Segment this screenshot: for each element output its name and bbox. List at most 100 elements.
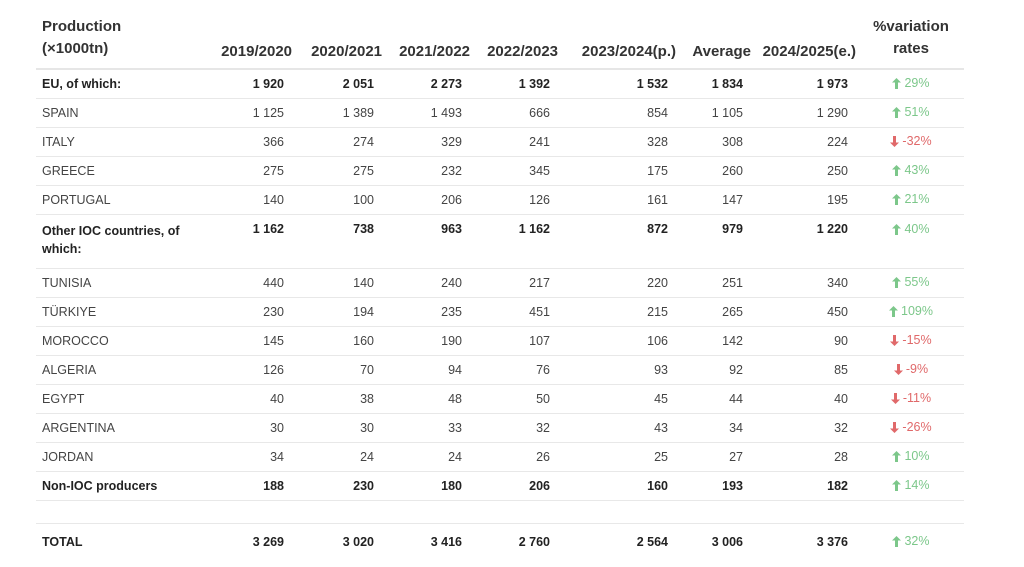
row-label: TÜRKIYE — [36, 297, 206, 327]
table-cell: 440 — [206, 268, 294, 298]
spacer-cell — [294, 500, 384, 524]
table-cell: 180 — [384, 471, 472, 501]
variation-value: 109% — [901, 304, 933, 319]
table-row: TUNISIA 440 140 240 217 220 251 340 55% — [36, 268, 964, 298]
variation-indicator: 55% — [892, 275, 930, 289]
table-cell: 175 — [560, 156, 678, 186]
table-cell: 195 — [753, 185, 858, 215]
table-cell: 1 162 — [206, 214, 294, 269]
table-cell: 194 — [294, 297, 384, 327]
arrow-up-icon — [892, 276, 902, 288]
table-cell: 3 416 — [430, 535, 462, 549]
table-cell: 265 — [678, 297, 753, 327]
variation-cell: 109% — [858, 297, 964, 327]
table-cell: 28 — [753, 442, 858, 472]
row-label: PORTUGAL — [36, 185, 206, 215]
table-cell: 340 — [753, 268, 858, 298]
table-cell: 235 — [384, 297, 472, 327]
variation-cell: -9% — [858, 355, 964, 385]
table-cell: 190 — [384, 326, 472, 356]
variation-indicator: 51% — [892, 105, 930, 119]
variation-value: 14% — [904, 478, 930, 493]
row-label: SPAIN — [36, 98, 206, 128]
table-cell: 92 — [678, 355, 753, 385]
header-production-line1: Production — [42, 18, 122, 35]
table-cell: 275 — [294, 156, 384, 186]
variation-cell: 10% — [858, 442, 964, 472]
table-cell: 26 — [472, 442, 560, 472]
variation-indicator: -11% — [890, 391, 931, 405]
table-cell: 40 — [753, 384, 858, 414]
header-variation-line1: %variation — [873, 18, 949, 35]
table-cell: 3 006 — [711, 535, 743, 549]
variation-cell: -32% — [858, 127, 964, 157]
variation-value: 10% — [904, 449, 930, 464]
header-variation-line2: rates — [893, 40, 929, 57]
table-cell: 3 020 — [342, 535, 374, 549]
table-cell: 106 — [560, 326, 678, 356]
row-label: EU, of which: — [36, 69, 206, 99]
table-cell: 193 — [678, 471, 753, 501]
variation-indicator: 32% — [892, 534, 930, 549]
arrow-down-icon — [890, 135, 900, 147]
row-label: Other IOC countries, of which: — [36, 214, 206, 269]
variation-cell: 43% — [858, 156, 964, 186]
table-cell: 308 — [678, 127, 753, 157]
table-cell: 27 — [678, 442, 753, 472]
table-cell: 90 — [753, 326, 858, 356]
header-col-2021-2022: 2021/2022 — [384, 16, 472, 70]
variation-cell: 32% — [858, 524, 964, 561]
table-cell: 100 — [294, 185, 384, 215]
arrow-up-icon — [892, 223, 902, 235]
table-cell: 1 389 — [294, 98, 384, 128]
table-cell: 666 — [472, 98, 560, 128]
table-cell: 979 — [678, 214, 753, 269]
table-cell: 34 — [206, 442, 294, 472]
table-row: Other IOC countries, of which: 1 162 738 96… — [36, 214, 964, 269]
header-col-2023-2024: 2023/2024(p.) — [560, 16, 678, 70]
header-production: Production (×1000tn) — [36, 16, 206, 70]
table-cell: 1 105 — [678, 98, 753, 128]
variation-value: -9% — [905, 362, 929, 377]
table-cell: 50 — [472, 384, 560, 414]
table-cell: 1 973 — [753, 69, 858, 99]
table-cell: 738 — [294, 214, 384, 269]
table-cell: 48 — [384, 384, 472, 414]
table-cell: 451 — [472, 297, 560, 327]
table-cell: 32 — [753, 413, 858, 443]
variation-cell: 21% — [858, 185, 964, 215]
table-cell: 1 220 — [753, 214, 858, 269]
variation-value: 32% — [904, 534, 930, 549]
table-cell: 24 — [384, 442, 472, 472]
table-cell: 215 — [560, 297, 678, 327]
table-row: Non-IOC producers 188 230 180 206 160 193 182 14… — [36, 471, 964, 501]
variation-indicator: 21% — [892, 192, 930, 206]
table-row: ALGERIA 126 70 94 76 93 92 85 -9% — [36, 355, 964, 385]
table-cell: 93 — [560, 355, 678, 385]
variation-cell: 40% — [858, 214, 964, 269]
variation-value: 43% — [904, 163, 930, 178]
table-cell: 217 — [472, 268, 560, 298]
table-cell: 220 — [560, 268, 678, 298]
table-cell: 107 — [472, 326, 560, 356]
arrow-down-icon — [890, 421, 900, 433]
row-label: EGYPT — [36, 384, 206, 414]
table-cell: 34 — [678, 413, 753, 443]
table-row: SPAIN 1 125 1 389 1 493 666 854 1 105 1 290 51% — [36, 98, 964, 128]
table-cell: 250 — [753, 156, 858, 186]
table-cell: 872 — [560, 214, 678, 269]
table-cell: 1 392 — [472, 69, 560, 99]
table-cell: 240 — [384, 268, 472, 298]
table-cell: 241 — [472, 127, 560, 157]
table-cell: 140 — [294, 268, 384, 298]
arrow-up-icon — [889, 305, 898, 317]
variation-value: 29% — [904, 76, 930, 91]
table-cell: 40 — [206, 384, 294, 414]
table-cell: 126 — [206, 355, 294, 385]
table-cell: 45 — [560, 384, 678, 414]
table-cell: 25 — [560, 442, 678, 472]
table-body: EU, of which: 1 920 2 051 2 273 1 392 1 532 1 … — [36, 69, 964, 560]
table-cell: 126 — [472, 185, 560, 215]
spacer-cell — [678, 500, 753, 524]
header-col-2019-2020: 2019/2020 — [206, 16, 294, 70]
